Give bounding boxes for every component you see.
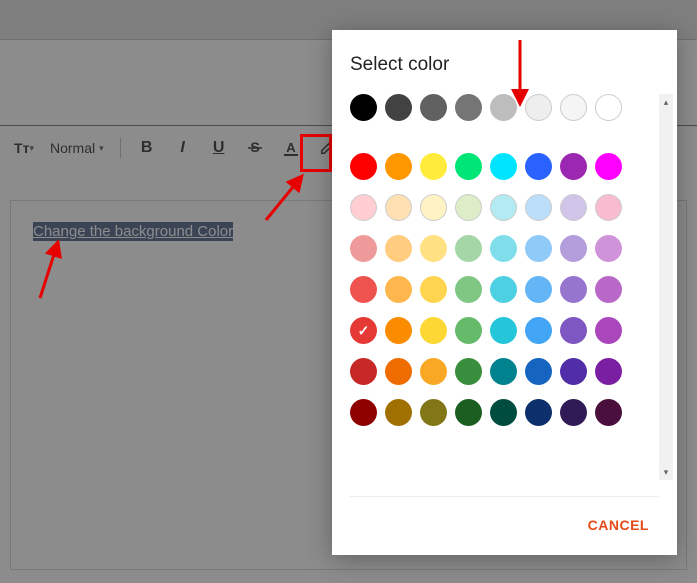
color-swatch[interactable] <box>420 153 447 180</box>
color-swatch[interactable] <box>350 153 377 180</box>
color-swatch[interactable] <box>420 276 447 303</box>
color-swatch[interactable] <box>455 153 482 180</box>
color-swatch[interactable] <box>385 94 412 121</box>
palette-row <box>350 358 659 385</box>
color-picker-dialog: Select color ▴ ▾ CANCEL <box>332 30 677 555</box>
color-swatch[interactable] <box>350 235 377 262</box>
color-swatch[interactable] <box>595 399 622 426</box>
color-swatch[interactable] <box>525 235 552 262</box>
color-swatch[interactable] <box>490 276 517 303</box>
color-swatch[interactable] <box>525 358 552 385</box>
palette-row <box>350 194 659 221</box>
color-swatch[interactable] <box>455 235 482 262</box>
color-swatch[interactable] <box>455 358 482 385</box>
color-swatch[interactable] <box>490 94 517 121</box>
color-swatch[interactable] <box>385 358 412 385</box>
palette-row <box>350 153 659 180</box>
color-swatch[interactable] <box>595 194 622 221</box>
color-swatch[interactable] <box>420 194 447 221</box>
color-swatch[interactable] <box>490 194 517 221</box>
color-swatch[interactable] <box>560 94 587 121</box>
color-swatch[interactable] <box>560 235 587 262</box>
palette-row <box>350 276 659 303</box>
color-swatch[interactable] <box>525 153 552 180</box>
color-swatch[interactable] <box>420 94 447 121</box>
palette-row <box>350 235 659 262</box>
color-swatch[interactable] <box>525 94 552 121</box>
color-swatch[interactable] <box>595 153 622 180</box>
color-swatch[interactable] <box>385 235 412 262</box>
color-swatch[interactable] <box>350 317 377 344</box>
color-swatch[interactable] <box>560 399 587 426</box>
color-swatch[interactable] <box>595 235 622 262</box>
color-swatch[interactable] <box>455 399 482 426</box>
palette-row <box>350 94 659 121</box>
color-swatch[interactable] <box>350 94 377 121</box>
color-swatch[interactable] <box>490 358 517 385</box>
dialog-title: Select color <box>350 54 659 76</box>
color-swatch[interactable] <box>420 317 447 344</box>
color-swatch[interactable] <box>560 153 587 180</box>
color-swatch[interactable] <box>490 399 517 426</box>
color-swatch[interactable] <box>490 317 517 344</box>
scroll-up-button[interactable]: ▴ <box>659 94 673 110</box>
color-swatch[interactable] <box>385 317 412 344</box>
color-swatch[interactable] <box>490 235 517 262</box>
color-swatch[interactable] <box>595 358 622 385</box>
color-swatch[interactable] <box>490 153 517 180</box>
color-swatch[interactable] <box>385 194 412 221</box>
color-swatch[interactable] <box>455 317 482 344</box>
color-swatch[interactable] <box>385 276 412 303</box>
color-swatch[interactable] <box>350 399 377 426</box>
scroll-down-button[interactable]: ▾ <box>659 464 673 480</box>
dialog-footer: CANCEL <box>350 496 659 539</box>
palette-row <box>350 317 659 344</box>
color-swatch[interactable] <box>560 194 587 221</box>
color-swatch[interactable] <box>525 399 552 426</box>
color-swatch[interactable] <box>455 94 482 121</box>
color-swatch[interactable] <box>420 358 447 385</box>
color-swatch[interactable] <box>455 276 482 303</box>
scrollbar[interactable]: ▴ ▾ <box>659 94 673 480</box>
color-swatch[interactable] <box>560 276 587 303</box>
color-swatch[interactable] <box>525 317 552 344</box>
color-palette <box>350 94 659 426</box>
color-swatch[interactable] <box>350 276 377 303</box>
color-swatch[interactable] <box>455 194 482 221</box>
color-swatch[interactable] <box>525 276 552 303</box>
color-swatch[interactable] <box>595 276 622 303</box>
color-swatch[interactable] <box>385 153 412 180</box>
color-swatch[interactable] <box>525 194 552 221</box>
color-swatch[interactable] <box>350 358 377 385</box>
cancel-button[interactable]: CANCEL <box>578 511 659 539</box>
color-swatch[interactable] <box>560 358 587 385</box>
color-swatch[interactable] <box>350 194 377 221</box>
color-swatch[interactable] <box>420 399 447 426</box>
color-swatch[interactable] <box>595 94 622 121</box>
color-swatch[interactable] <box>560 317 587 344</box>
color-swatch[interactable] <box>385 399 412 426</box>
palette-row <box>350 399 659 426</box>
scroll-track[interactable] <box>659 110 673 464</box>
color-swatch[interactable] <box>595 317 622 344</box>
color-swatch[interactable] <box>420 235 447 262</box>
